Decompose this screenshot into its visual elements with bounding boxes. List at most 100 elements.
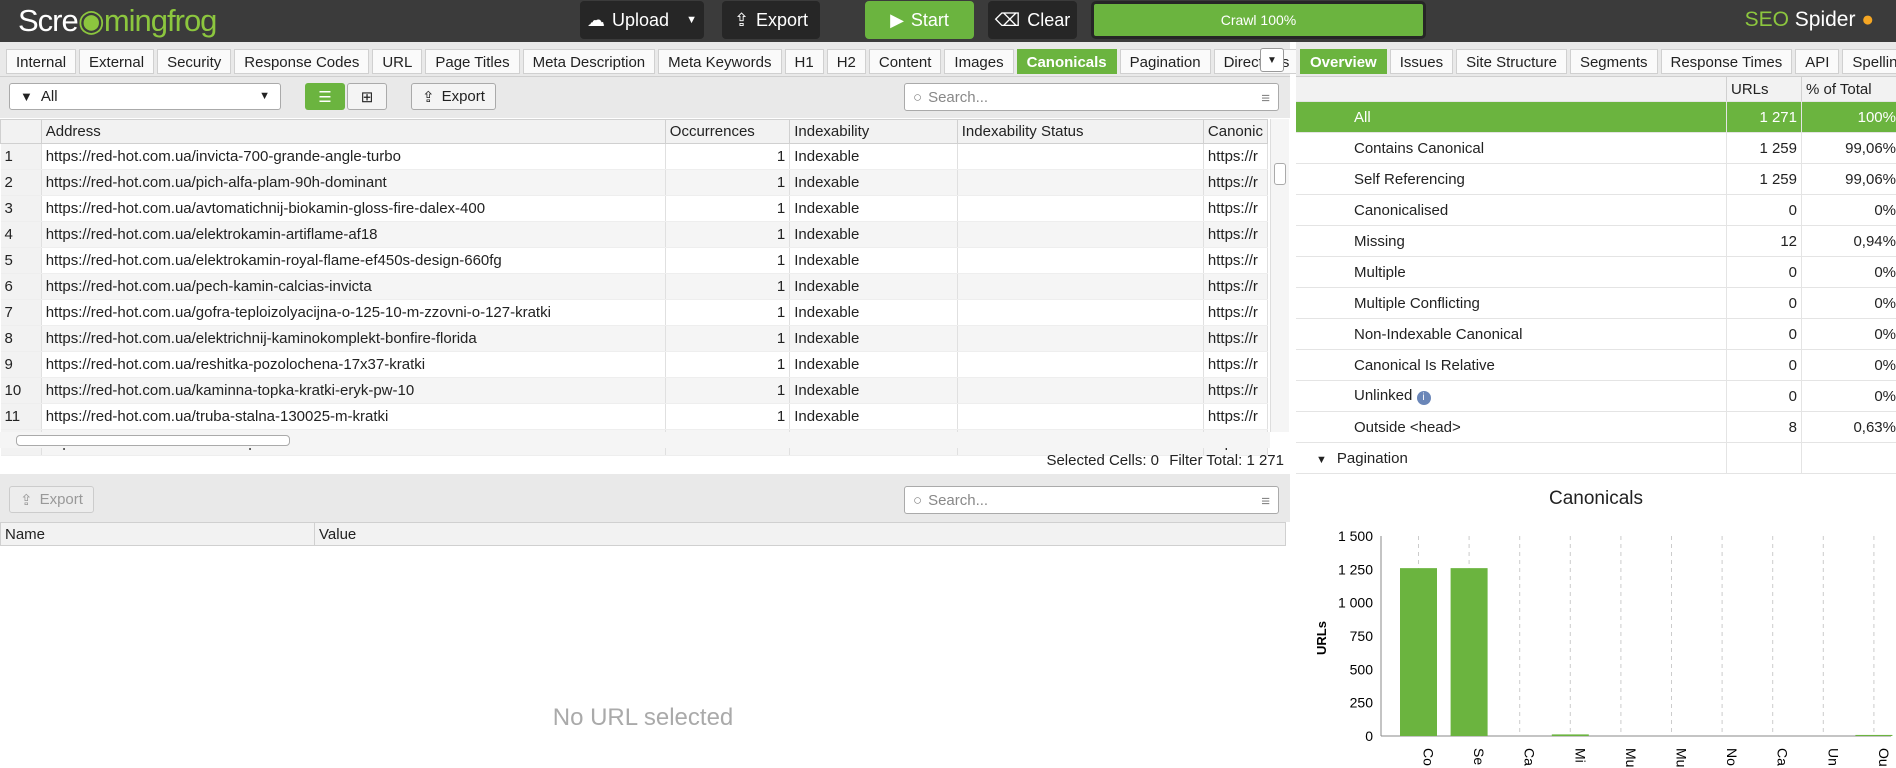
upload-icon: ⇪ xyxy=(422,88,435,106)
value-column-header[interactable]: Value xyxy=(319,526,356,543)
side-tab-api[interactable]: API xyxy=(1795,49,1840,74)
table-row[interactable]: 1 https://red-hot.com.ua/invicta-700-gran… xyxy=(0,143,1269,170)
pagination-section-row[interactable]: ▼ Pagination xyxy=(1296,442,1896,474)
sliders-icon[interactable]: ≡ xyxy=(1261,90,1270,107)
table-row[interactable]: 6 https://red-hot.com.ua/pech-kamin-calci… xyxy=(0,273,1269,300)
overview-row[interactable]: Unlinked i 0 0% xyxy=(1296,380,1896,412)
overview-row[interactable]: All 1 271 100% xyxy=(1296,101,1896,133)
caret-down-icon: ▼ xyxy=(1316,453,1327,466)
table-cell xyxy=(957,351,1204,378)
empty-state-text: No URL selected xyxy=(552,704,734,731)
details-search-input[interactable]: ○ Search... ≡ xyxy=(904,486,1279,514)
tab-meta-description[interactable]: Meta Description xyxy=(522,49,656,74)
chart-bar xyxy=(1855,734,1893,736)
overview-label: Canonicalised xyxy=(1354,201,1449,219)
overview-percent: 99,06% xyxy=(1801,132,1896,164)
overview-urls: 1 259 xyxy=(1726,163,1802,195)
info-icon[interactable]: i xyxy=(1416,391,1431,405)
table-cell: https://r xyxy=(1203,273,1269,300)
table-row[interactable]: 11 https://red-hot.com.ua/truba-stalna-13… xyxy=(0,403,1269,430)
tab-h1[interactable]: H1 xyxy=(784,49,824,74)
overview-urls: 12 xyxy=(1726,225,1802,257)
details-export-button[interactable]: ⇪ Export xyxy=(9,486,94,513)
table-cell: 1 xyxy=(665,403,791,430)
percent-column-header[interactable]: % of Total xyxy=(1801,77,1896,102)
side-tab-site-structure[interactable]: Site Structure xyxy=(1456,49,1567,74)
table-cell: https://r xyxy=(1203,377,1269,404)
tab-meta-keywords[interactable]: Meta Keywords xyxy=(658,49,782,74)
export-button[interactable]: ⇪ Export xyxy=(722,1,820,39)
search-input[interactable]: ○ Search... ≡ xyxy=(904,83,1279,111)
tab-pagination[interactable]: Pagination xyxy=(1119,49,1211,74)
tab-internal[interactable]: Internal xyxy=(6,49,77,74)
overview-row[interactable]: Missing 12 0,94% xyxy=(1296,225,1896,257)
row-number: 1 xyxy=(0,143,42,170)
overview-row[interactable]: Self Referencing 1 259 99,06% xyxy=(1296,163,1896,195)
overview-row[interactable]: Outside <head> 8 0,63% xyxy=(1296,411,1896,443)
search-icon: ○ xyxy=(913,491,923,509)
table-row[interactable]: 2 https://red-hot.com.ua/pich-alfa-plam-9… xyxy=(0,169,1269,196)
filter-dropdown[interactable]: ▼ All ▼ xyxy=(9,83,281,110)
tab-images[interactable]: Images xyxy=(944,49,1014,74)
y-tick-label: 250 xyxy=(1350,695,1374,711)
tab-response-codes[interactable]: Response Codes xyxy=(234,49,370,74)
side-tab-issues[interactable]: Issues xyxy=(1389,49,1454,74)
tab-external[interactable]: External xyxy=(79,49,155,74)
overview-percent: 0% xyxy=(1801,256,1896,288)
y-tick-label: 0 xyxy=(1365,728,1373,744)
overview-row[interactable]: Canonical Is Relative 0 0% xyxy=(1296,349,1896,381)
overview-percent: 0% xyxy=(1801,318,1896,350)
tab-security[interactable]: Security xyxy=(157,49,232,74)
scrollbar-thumb[interactable] xyxy=(1274,163,1286,185)
tree-view-button[interactable]: ⊞ xyxy=(347,83,387,110)
overview-header-row: URLs% of Total xyxy=(1296,77,1896,102)
column-header[interactable]: Occurrences xyxy=(664,119,791,144)
tab-content[interactable]: Content xyxy=(868,49,942,74)
table-cell: https://r xyxy=(1203,221,1269,248)
table-cell: https://red-hot.com.ua/gofra-teploizolya… xyxy=(41,299,666,326)
name-column-header[interactable]: Name xyxy=(5,526,45,543)
overview-row[interactable]: Non-Indexable Canonical 0 0% xyxy=(1296,318,1896,350)
tab-url[interactable]: URL xyxy=(372,49,423,74)
overview-row[interactable]: Multiple Conflicting 0 0% xyxy=(1296,287,1896,319)
chart-bar xyxy=(1400,568,1437,736)
upload-button[interactable]: ☁ Upload ▼ xyxy=(580,1,704,39)
table-cell: Indexable xyxy=(789,195,958,222)
table-cell xyxy=(957,169,1204,196)
tab-page-titles[interactable]: Page Titles xyxy=(425,49,520,74)
overview-row[interactable]: Multiple 0 0% xyxy=(1296,256,1896,288)
table-row[interactable]: 4 https://red-hot.com.ua/elektrokamin-art… xyxy=(0,221,1269,248)
column-header[interactable]: Indexability Status xyxy=(956,119,1204,144)
table-row[interactable]: 9 https://red-hot.com.ua/reshitka-pozoloc… xyxy=(0,351,1269,378)
overview-row[interactable]: Contains Canonical 1 259 99,06% xyxy=(1296,132,1896,164)
side-tab-response-times[interactable]: Response Times xyxy=(1660,49,1793,74)
horizontal-scrollbar[interactable] xyxy=(0,432,1270,448)
scrollbar-thumb[interactable] xyxy=(16,435,290,446)
vertical-scrollbar[interactable] xyxy=(1270,119,1289,432)
table-row[interactable]: 10 https://red-hot.com.ua/kaminna-topka-k… xyxy=(0,377,1269,404)
table-row[interactable]: 8 https://red-hot.com.ua/elektrichnij-kam… xyxy=(0,325,1269,352)
clear-button[interactable]: ⌫ Clear xyxy=(988,1,1077,39)
overview-percent: 99,06% xyxy=(1801,163,1896,195)
sliders-icon[interactable]: ≡ xyxy=(1261,493,1270,510)
table-cell: 1 xyxy=(665,169,791,196)
side-tab-overview[interactable]: Overview xyxy=(1300,49,1387,74)
column-header[interactable]: Address xyxy=(40,119,666,144)
urls-column-header[interactable]: URLs xyxy=(1726,77,1802,102)
table-export-button[interactable]: ⇪ Export xyxy=(411,83,496,110)
canonicals-chart: Canonicals 1 500 1 250 1 000 750 500 250 0 Co Se… xyxy=(1296,478,1896,768)
side-tab-segments[interactable]: Segments xyxy=(1569,49,1658,74)
column-header[interactable]: Canonic xyxy=(1202,119,1269,144)
table-row[interactable]: 7 https://red-hot.com.ua/gofra-teploizoly… xyxy=(0,299,1269,326)
table-row[interactable]: 5 https://red-hot.com.ua/elektrokamin-roy… xyxy=(0,247,1269,274)
side-tab-spelling[interactable]: Spelling & xyxy=(1842,49,1896,74)
table-row[interactable]: 3 https://red-hot.com.ua/avtomatichnij-bi… xyxy=(0,195,1269,222)
list-view-button[interactable]: ☰ xyxy=(305,83,345,110)
tab-h2[interactable]: H2 xyxy=(826,49,866,74)
overview-row[interactable]: Canonicalised 0 0% xyxy=(1296,194,1896,226)
tab-directives[interactable]: Directives xyxy=(1213,49,1300,74)
column-header[interactable]: Indexability xyxy=(789,119,958,144)
tabs-overflow-button[interactable]: ▼ xyxy=(1260,48,1284,72)
start-button[interactable]: ▶ Start xyxy=(865,1,974,39)
tab-canonicals[interactable]: Canonicals xyxy=(1016,49,1117,74)
